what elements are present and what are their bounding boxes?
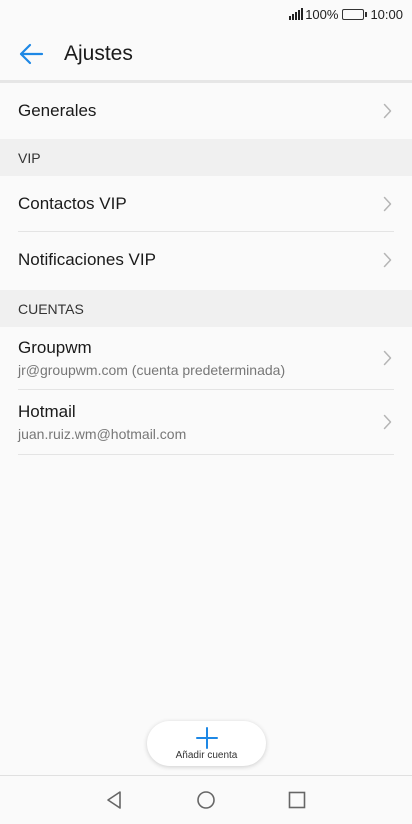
navigation-bar [0,775,412,824]
page-title: Ajustes [64,42,133,65]
section-header-accounts: CUENTAS [0,290,412,327]
chevron-right-icon [380,101,394,121]
row-divider [18,454,394,455]
nav-recents-button[interactable] [285,788,309,812]
battery-percent: 100% [305,6,339,22]
account-name: Hotmail [18,402,76,421]
account-name: Groupwm [18,338,92,357]
chevron-right-icon [380,412,394,432]
chevron-right-icon [380,194,394,214]
triangle-back-icon [107,791,121,809]
nav-back-button[interactable] [102,788,126,812]
row-divider [18,389,394,390]
app-bar: Ajustes [0,28,412,80]
nav-home-button[interactable] [194,788,218,812]
settings-item-general[interactable]: Generales [18,83,394,139]
status-time: 10:00 [370,6,403,22]
chevron-right-icon [380,250,394,270]
account-email: juan.ruiz.wm@hotmail.com [18,426,187,442]
square-recents-icon [288,791,306,809]
account-item-hotmail[interactable]: Hotmail juan.ruiz.wm@hotmail.com [18,391,394,453]
plus-icon [195,726,218,749]
vip-contacts-label: Contactos VIP [18,194,127,213]
arrow-left-icon [19,43,44,65]
account-email: jr@groupwm.com (cuenta predeterminada) [18,362,286,378]
vip-notifications-label: Notificaciones VIP [18,250,156,269]
battery-icon [342,8,368,20]
signal-icon [289,8,304,20]
chevron-right-icon [380,348,394,368]
circle-home-icon [197,791,215,809]
account-item-groupwm[interactable]: Groupwm jr@groupwm.com (cuenta predeterm… [18,327,394,389]
back-button[interactable] [0,28,64,80]
add-account-label: Añadir cuenta [175,749,238,761]
settings-item-vip-contacts[interactable]: Contactos VIP [18,176,394,232]
general-label: Generales [18,101,97,120]
settings-item-vip-notifications[interactable]: Notificaciones VIP [18,232,394,288]
status-bar: 100% 10:00 [0,0,412,28]
section-header-vip: VIP [0,139,412,176]
add-account-button[interactable]: Añadir cuenta [147,721,266,766]
